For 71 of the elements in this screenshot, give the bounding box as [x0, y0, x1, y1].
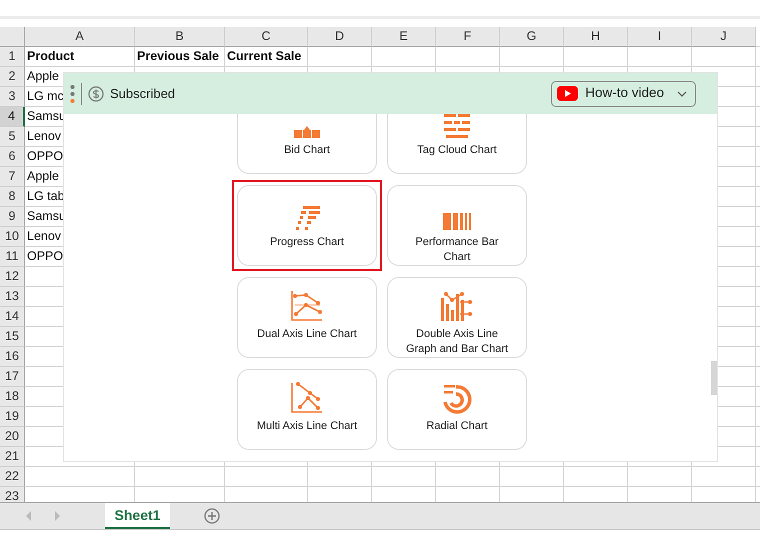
table-cell: LG mc: [27, 89, 64, 103]
row-header[interactable]: 11: [0, 247, 25, 267]
progress-bars-icon: [294, 206, 320, 230]
row-header[interactable]: 21: [0, 447, 25, 467]
row-header[interactable]: 17: [0, 367, 25, 387]
line-chart-icon: [290, 382, 324, 414]
row-header[interactable]: 4: [0, 107, 25, 127]
row-header[interactable]: 15: [0, 327, 25, 347]
dollar-icon: [88, 86, 104, 102]
row-header[interactable]: 9: [0, 207, 25, 227]
column-header[interactable]: H: [564, 27, 628, 47]
chart-card[interactable]: Bid Chart: [237, 114, 377, 174]
scrollbar-thumb[interactable]: [711, 361, 717, 395]
row-header[interactable]: 16: [0, 347, 25, 367]
chart-card[interactable]: Progress Chart: [237, 185, 377, 266]
row-header[interactable]: 20: [0, 427, 25, 447]
column-header[interactable]: B: [135, 27, 225, 47]
row-header[interactable]: 14: [0, 307, 25, 327]
column-header[interactable]: D: [308, 27, 372, 47]
sheet-tab[interactable]: Sheet1: [105, 503, 170, 529]
bars-icon: [293, 126, 321, 138]
scroll-left-icon[interactable]: [26, 511, 32, 521]
chart-card[interactable]: Radial Chart: [387, 369, 527, 450]
row-header[interactable]: 22: [0, 467, 25, 487]
column-header[interactable]: E: [372, 27, 436, 47]
table-cell: OPPO: [27, 249, 64, 263]
table-cell: Previous Sale: [137, 49, 219, 63]
column-header[interactable]: I: [628, 27, 692, 47]
row-header[interactable]: 13: [0, 287, 25, 307]
row-header[interactable]: 5: [0, 127, 25, 147]
line-chart-icon: [290, 290, 324, 322]
tag-cloud-icon: [443, 114, 471, 138]
bar-line-chart-icon: [440, 290, 474, 322]
table-cell: Current Sale: [227, 49, 302, 63]
row-header[interactable]: 8: [0, 187, 25, 207]
table-cell: Apple: [27, 169, 59, 183]
column-header[interactable]: G: [500, 27, 564, 47]
add-sheet-icon[interactable]: [204, 508, 220, 524]
chart-card[interactable]: Performance Bar Chart: [387, 185, 527, 266]
chart-card[interactable]: Tag Cloud Chart: [387, 114, 527, 174]
chart-card[interactable]: Dual Axis Line Chart: [237, 277, 377, 358]
subscription-status: Subscribed: [110, 84, 176, 103]
how-to-video-button[interactable]: How-to video: [551, 80, 696, 106]
row-header[interactable]: 18: [0, 387, 25, 407]
row-header[interactable]: 3: [0, 87, 25, 107]
column-header[interactable]: A: [25, 27, 135, 47]
table-cell: OPPO: [27, 149, 64, 163]
column-header[interactable]: C: [225, 27, 308, 47]
table-cell: Lenov: [27, 229, 62, 243]
row-header[interactable]: 2: [0, 67, 25, 87]
select-all-corner[interactable]: [0, 27, 25, 47]
chart-card[interactable]: Multi Axis Line Chart: [237, 369, 377, 450]
radial-chart-icon: [442, 384, 472, 414]
column-header[interactable]: J: [692, 27, 756, 47]
chart-card[interactable]: Double Axis Line Graph and Bar Chart: [387, 277, 527, 358]
scroll-right-icon[interactable]: [55, 511, 61, 521]
more-options-icon[interactable]: [70, 84, 75, 104]
row-header[interactable]: 1: [0, 47, 25, 67]
column-header[interactable]: F: [436, 27, 500, 47]
chevron-down-icon: [677, 90, 687, 96]
table-cell: Lenov: [27, 129, 62, 143]
row-header[interactable]: 6: [0, 147, 25, 167]
row-header[interactable]: 23: [0, 487, 25, 502]
table-cell: Apple: [27, 69, 59, 83]
table-cell: Product: [27, 49, 74, 63]
row-header[interactable]: 19: [0, 407, 25, 427]
video-play-icon: [557, 86, 578, 101]
row-header[interactable]: 10: [0, 227, 25, 247]
bar-stripes-icon: [443, 213, 471, 230]
row-header[interactable]: 7: [0, 167, 25, 187]
row-header[interactable]: 12: [0, 267, 25, 287]
